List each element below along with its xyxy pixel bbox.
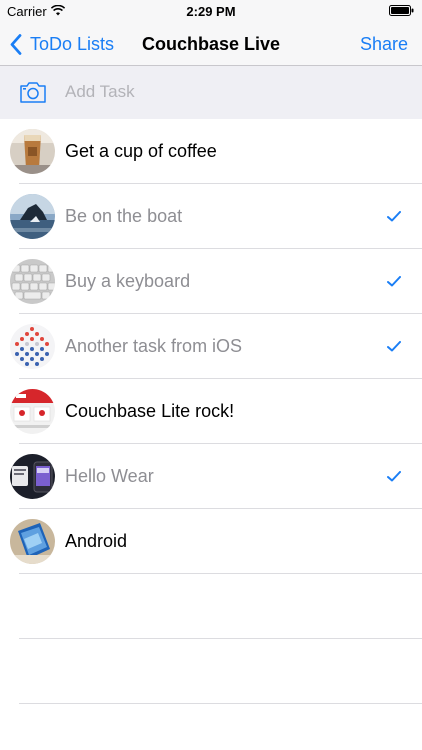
battery-icon: [389, 5, 414, 16]
phone-photo: [10, 519, 55, 564]
task-title: Hello Wear: [65, 466, 154, 486]
add-task-input[interactable]: [60, 74, 400, 110]
task-row[interactable]: Buy a keyboard: [0, 249, 422, 314]
camera-icon[interactable]: [19, 80, 47, 104]
empty-row: [0, 574, 422, 639]
status-time: 2:29 PM: [186, 4, 236, 19]
back-button-label: ToDo Lists: [30, 33, 115, 54]
checkmark-icon: [387, 276, 401, 287]
task-row[interactable]: Be on the boat: [0, 184, 422, 249]
task-title: Buy a keyboard: [65, 271, 191, 291]
task-title: Get a cup of coffee: [65, 141, 217, 161]
task-title: Android: [65, 531, 128, 551]
add-task-bar: [0, 66, 422, 119]
task-title: Be on the boat: [65, 206, 183, 226]
checkmark-icon: [387, 211, 401, 222]
app-screenshot-photo: [10, 389, 55, 434]
app-screen: Carrier 2:29 PM ToDo Lists Couchbase Liv…: [0, 0, 422, 750]
checkmark-icon: [387, 471, 401, 482]
task-title: Couchbase Lite rock!: [65, 401, 235, 421]
navigation-bar: ToDo Lists Couchbase Live Share: [0, 22, 422, 66]
status-bar: Carrier 2:29 PM: [0, 0, 422, 22]
coffee-cup-photo: [10, 129, 55, 174]
task-row[interactable]: Another task from iOS: [0, 314, 422, 379]
empty-row: [0, 639, 422, 704]
smartwatch-photo: [10, 454, 55, 499]
dots-pattern-photo: [10, 324, 55, 369]
chevron-left-icon: [10, 33, 22, 55]
task-row[interactable]: Get a cup of coffee: [0, 119, 422, 184]
task-row[interactable]: Couchbase Lite rock!: [0, 379, 422, 444]
keyboard-photo: [10, 259, 55, 304]
task-list: Get a cup of coffee Be on the boat Buy a…: [0, 119, 422, 704]
boat-photo: [10, 194, 55, 239]
task-row[interactable]: Hello Wear: [0, 444, 422, 509]
task-title: Another task from iOS: [65, 336, 243, 356]
share-button[interactable]: Share: [360, 22, 408, 66]
checkmark-icon: [387, 341, 401, 352]
task-row[interactable]: Android: [0, 509, 422, 574]
back-button[interactable]: ToDo Lists: [10, 22, 114, 66]
